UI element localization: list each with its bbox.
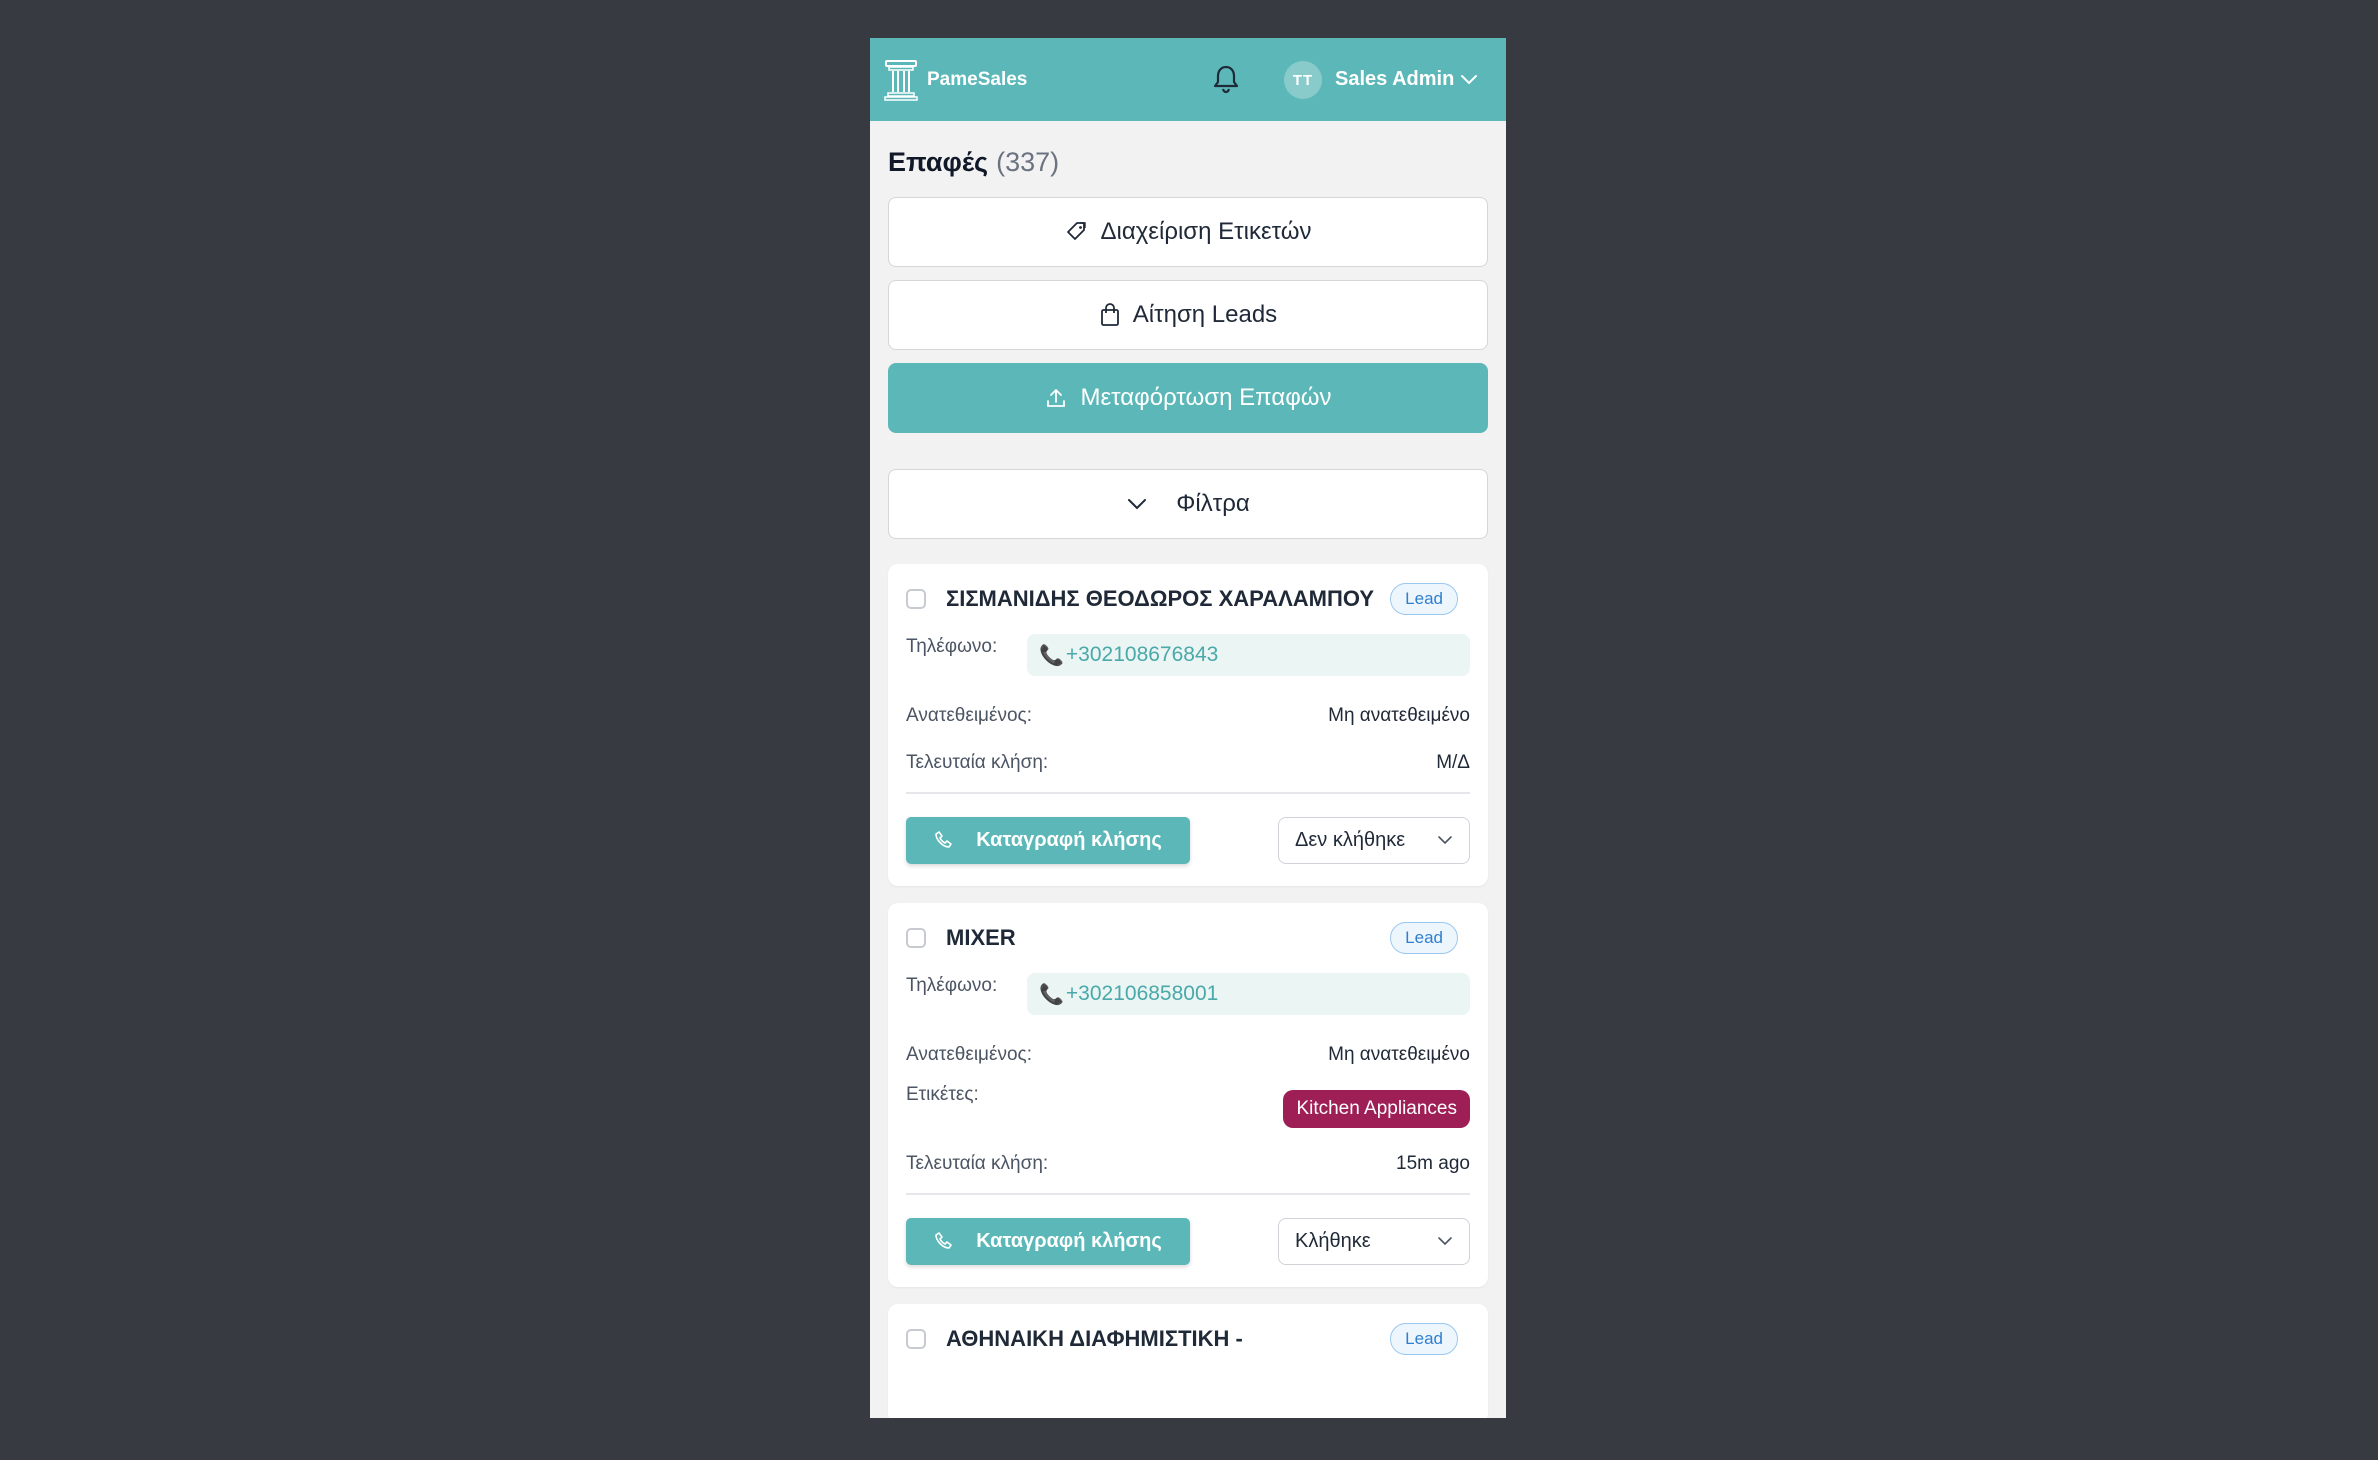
record-call-label: Καταγραφή κλήσης — [976, 1229, 1162, 1252]
contact-card: ΣΙΣΜΑΝΙΔΗΣ ΘΕΟΔΩΡΟΣ ΧΑΡΑΛΑΜΠΟΥ Lead Τηλέ… — [888, 564, 1488, 886]
phone-row: Τηλέφωνο: 📞 +302108676843 — [906, 634, 1470, 680]
lead-badge: Lead — [1390, 583, 1458, 615]
filters-toggle-button[interactable]: Φίλτρα — [888, 469, 1488, 539]
tags-label: Ετικέτες: — [906, 1084, 979, 1105]
page-title: Επαφές (337) — [888, 147, 1488, 183]
phone-label: Τηλέφωνο: — [906, 975, 998, 996]
assigned-row: Ανατεθειμένος: Μη ανατεθειμένο — [906, 1031, 1470, 1078]
phone-link[interactable]: 📞 +302108676843 — [1027, 634, 1470, 676]
manage-tags-label: Διαχείριση Ετικετών — [1100, 218, 1312, 245]
tag-chip[interactable]: Kitchen Appliances — [1283, 1090, 1470, 1128]
last-call-value: Μ/Δ — [1436, 751, 1470, 773]
phone-link[interactable]: 📞 +302106858001 — [1027, 973, 1470, 1015]
assigned-row: Ανατεθειμένος: Μη ανατεθειμένο — [906, 692, 1470, 739]
chevron-down-icon — [1128, 499, 1147, 510]
select-contact-checkbox[interactable] — [906, 928, 926, 948]
call-status-select[interactable]: Δεν κλήθηκε — [1278, 816, 1470, 864]
manage-tags-button[interactable]: Διαχείριση Ετικετών — [888, 197, 1488, 267]
upload-contacts-button[interactable]: Μεταφόρτωση Επαφών — [888, 363, 1488, 433]
brand-name[interactable]: PameSales — [927, 69, 1027, 91]
contact-name[interactable]: MIXER — [946, 925, 1390, 951]
contact-card-header: ΣΙΣΜΑΝΙΔΗΣ ΘΕΟΔΩΡΟΣ ΧΑΡΑΛΑΜΠΟΥ Lead — [906, 564, 1470, 634]
lead-badge: Lead — [1390, 922, 1458, 954]
last-call-label: Τελευταία κλήση: — [906, 751, 1049, 773]
record-call-button[interactable]: Καταγραφή κλήσης — [906, 1217, 1190, 1265]
lead-badge: Lead — [1390, 1323, 1458, 1355]
tags-icon — [1067, 222, 1087, 240]
phone-number: +302106858001 — [1065, 982, 1219, 1005]
contact-card-footer: Καταγραφή κλήσης Δεν κλήθηκε — [906, 794, 1470, 886]
chevron-down-icon — [1438, 836, 1452, 845]
chevron-down-icon — [1438, 1237, 1452, 1246]
contacts-count: (337) — [996, 147, 1060, 177]
record-call-label: Καταγραφή κλήσης — [976, 828, 1162, 851]
phone-icon — [935, 831, 952, 848]
tags-row: Ετικέτες: Kitchen Appliances — [906, 1078, 1470, 1140]
contact-name[interactable]: ΣΙΣΜΑΝΙΔΗΣ ΘΕΟΔΩΡΟΣ ΧΑΡΑΛΑΜΠΟΥ — [946, 586, 1390, 612]
phone-number: +302108676843 — [1065, 643, 1219, 666]
call-status-value: Κλήθηκε — [1295, 1229, 1371, 1252]
contact-card: MIXER Lead Τηλέφωνο: 📞 +302106858001 Ανα… — [888, 903, 1488, 1287]
select-contact-checkbox[interactable] — [906, 589, 926, 609]
upload-icon — [1047, 389, 1066, 407]
user-name[interactable]: Sales Admin — [1335, 68, 1454, 91]
last-call-row: Τελευταία κλήση: Μ/Δ — [906, 739, 1470, 786]
last-call-value: 15m ago — [1396, 1152, 1470, 1174]
call-status-value: Δεν κλήθηκε — [1295, 828, 1406, 851]
contact-card-header: ΑΘΗΝΑΙΚΗ ΔΙΑΦΗΜΙΣΤΙΚΗ - Lead — [906, 1304, 1470, 1374]
request-leads-label: Αίτηση Leads — [1132, 301, 1278, 328]
assigned-label: Ανατεθειμένος: — [906, 1043, 1032, 1065]
contact-card-header: MIXER Lead — [906, 903, 1470, 973]
assigned-value: Μη ανατεθειμένο — [1328, 704, 1470, 726]
phone-row: Τηλέφωνο: 📞 +302106858001 — [906, 973, 1470, 1019]
chevron-down-icon[interactable] — [1460, 71, 1478, 89]
last-call-label: Τελευταία κλήση: — [906, 1152, 1049, 1174]
shopping-bag-icon — [1100, 303, 1119, 326]
column-logo-icon[interactable] — [884, 59, 918, 101]
assigned-label: Ανατεθειμένος: — [906, 704, 1032, 726]
main-content: Επαφές (337) Διαχείριση Ετικετών Αίτηση L… — [888, 121, 1488, 1418]
contact-name[interactable]: ΑΘΗΝΑΙΚΗ ΔΙΑΦΗΜΙΣΤΙΚΗ - — [946, 1326, 1390, 1352]
call-status-select[interactable]: Κλήθηκε — [1278, 1217, 1470, 1265]
last-call-row: Τελευταία κλήση: 15m ago — [906, 1140, 1470, 1187]
upload-contacts-label: Μεταφόρτωση Επαφών — [1080, 384, 1332, 411]
phone-label: Τηλέφωνο: — [906, 636, 998, 657]
assigned-value: Μη ανατεθειμένο — [1328, 1043, 1470, 1065]
app-viewport: PameSales TT Sales Admin Επαφές (337) Δια… — [870, 38, 1506, 1418]
page-title-text: Επαφές — [888, 147, 989, 177]
phone-icon — [935, 1232, 952, 1249]
telephone-receiver-icon: 📞 — [1039, 983, 1064, 1006]
contact-card: ΑΘΗΝΑΙΚΗ ΔΙΑΦΗΜΙΣΤΙΚΗ - Lead — [888, 1304, 1488, 1418]
filters-label: Φίλτρα — [1176, 490, 1250, 517]
contact-card-footer: Καταγραφή κλήσης Κλήθηκε — [906, 1195, 1470, 1287]
bell-icon[interactable] — [1211, 63, 1241, 95]
top-bar: PameSales TT Sales Admin — [870, 38, 1506, 121]
telephone-receiver-icon: 📞 — [1039, 644, 1064, 667]
avatar[interactable]: TT — [1284, 61, 1322, 99]
record-call-button[interactable]: Καταγραφή κλήσης — [906, 816, 1190, 864]
select-contact-checkbox[interactable] — [906, 1329, 926, 1349]
request-leads-button[interactable]: Αίτηση Leads — [888, 280, 1488, 350]
